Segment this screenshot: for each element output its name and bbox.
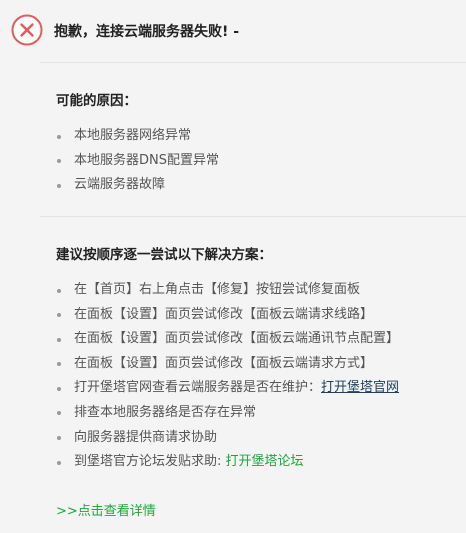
causes-list: 本地服务器网络异常 本地服务器DNS配置异常 云端服务器故障 (56, 124, 219, 198)
solution-text: 排查本地服务器络是否存在异常 (74, 404, 257, 420)
solution-text: 打开堡塔官网查看云端服务器是否在维护： (74, 380, 322, 396)
error-x-circle-icon (11, 14, 43, 46)
open-forum-link[interactable]: 打开堡塔论坛 (226, 454, 304, 469)
solution-text: 在面板【设置】面页尝试修改【面板云端请求线路】 (74, 306, 374, 322)
bullet-dot (57, 460, 61, 465)
solutions-title: 建议按顺序逐一尝试以下解决方案： (56, 247, 272, 263)
bullet-dot (57, 159, 61, 164)
cause-text: 云端服务器故障 (74, 177, 166, 193)
bullet-dot (57, 183, 61, 188)
bullet-dot (57, 288, 61, 293)
divider-top (40, 62, 466, 63)
bullet-dot (57, 436, 61, 441)
solution-text: 向服务器提供商请求协助 (74, 429, 218, 445)
solution-text: 在【首页】右上角点击【修复】按钮尝试修复面板 (74, 282, 361, 297)
list-item: 本地服务器网络异常 (56, 124, 219, 149)
solutions-list: 在【首页】右上角点击【修复】按钮尝试修复面板 在面板【设置】面页尝试修改【面板云… (56, 278, 399, 475)
bullet-dot (57, 362, 61, 367)
list-item: 在面板【设置】面页尝试修改【面板云端通讯节点配置】 (56, 327, 399, 352)
cause-text: 本地服务器DNS配置异常 (74, 152, 219, 168)
list-item: 向服务器提供商请求协助 (56, 426, 399, 451)
open-official-site-link[interactable]: 打开堡塔官网 (321, 380, 399, 395)
bullet-dot (57, 313, 61, 318)
solution-text: 到堡塔官方论坛发贴求助: (74, 454, 226, 470)
list-item: 在面板【设置】面页尝试修改【面板云端请求线路】 (56, 303, 399, 328)
list-item: 打开堡塔官网查看云端服务器是否在维护：打开堡塔官网 (56, 376, 399, 401)
divider-middle (40, 216, 466, 217)
error-page: 抱歉，连接云端服务器失败! - 可能的原因： 本地服务器网络异常 本地服务器DN… (0, 0, 466, 533)
bullet-dot (57, 134, 61, 139)
list-item: 到堡塔官方论坛发贴求助: 打开堡塔论坛 (56, 450, 399, 475)
bullet-dot (57, 386, 61, 391)
list-item: 本地服务器DNS配置异常 (56, 149, 219, 174)
cause-text: 本地服务器网络异常 (74, 128, 192, 143)
list-item: 排查本地服务器络是否存在异常 (56, 401, 399, 426)
list-item: 云端服务器故障 (56, 173, 219, 198)
view-details-link[interactable]: >>点击查看详情 (56, 500, 156, 519)
bullet-dot (57, 411, 61, 416)
error-title: 抱歉，连接云端服务器失败! - (54, 24, 240, 40)
bullet-dot (57, 337, 61, 342)
list-item: 在【首页】右上角点击【修复】按钮尝试修复面板 (56, 278, 399, 303)
error-header: 抱歉，连接云端服务器失败! - (0, 0, 466, 62)
solution-text: 在面板【设置】面页尝试修改【面板云端请求方式】 (74, 355, 374, 371)
causes-title: 可能的原因： (56, 93, 137, 109)
list-item: 在面板【设置】面页尝试修改【面板云端请求方式】 (56, 352, 399, 377)
solution-text: 在面板【设置】面页尝试修改【面板云端通讯节点配置】 (74, 331, 400, 347)
